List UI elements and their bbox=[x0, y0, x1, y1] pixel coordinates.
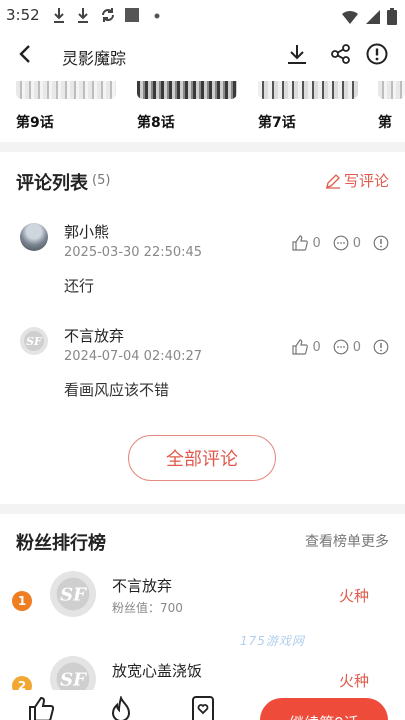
reply-count: 0 bbox=[352, 339, 361, 355]
sync-icon bbox=[102, 8, 114, 22]
chapter-label: 第8话 bbox=[137, 115, 175, 131]
chapter-thumbnail bbox=[16, 81, 116, 99]
fans-title: 粉丝排行榜 bbox=[16, 533, 106, 554]
chapter-strip: 第9话 第8话 第7话 第 bbox=[0, 78, 405, 142]
comment-actions: 0 0 bbox=[280, 235, 389, 251]
svg-text:SF: SF bbox=[60, 670, 87, 691]
chapter-thumbnail bbox=[137, 81, 237, 99]
chapter-thumbnail bbox=[258, 81, 358, 99]
report-icon bbox=[373, 339, 389, 355]
comment-text: 还行 bbox=[64, 277, 95, 295]
status-bar: 3:52 bbox=[0, 0, 405, 32]
like-button[interactable]: 0 bbox=[292, 235, 321, 251]
report-icon[interactable] bbox=[365, 42, 389, 66]
flame-icon[interactable] bbox=[108, 696, 134, 720]
comment-time: 2024-07-04 02:40:27 bbox=[64, 349, 203, 364]
fan-name: 放宽心盖浇饭 bbox=[112, 662, 203, 680]
page-title: 灵影魔踪 bbox=[62, 49, 127, 68]
write-comment-button[interactable]: 写评论 bbox=[325, 170, 389, 191]
avatar[interactable] bbox=[20, 223, 48, 251]
comment-item: 郭小熊 2025-03-30 22:50:45 还行 0 0 bbox=[0, 223, 405, 323]
square-icon bbox=[125, 8, 139, 22]
svg-text:SF: SF bbox=[26, 335, 43, 348]
svg-text:SF: SF bbox=[60, 585, 87, 606]
thumbs-up-icon[interactable] bbox=[28, 696, 54, 720]
pencil-icon bbox=[325, 173, 340, 189]
download-icon[interactable] bbox=[285, 42, 309, 66]
chat-bubble-icon bbox=[333, 339, 349, 355]
avatar[interactable]: SF bbox=[50, 571, 96, 617]
thumbs-up-icon bbox=[292, 235, 309, 251]
fan-name: 不言放弃 bbox=[112, 577, 173, 595]
fan-value: 粉丝值：700 bbox=[112, 601, 183, 615]
status-time: 3:52 bbox=[6, 6, 40, 24]
comment-author: 郭小熊 bbox=[64, 223, 110, 241]
chapter-label: 第 bbox=[378, 115, 392, 131]
report-icon bbox=[373, 235, 389, 251]
write-comment-label: 写评论 bbox=[343, 172, 389, 190]
comments-section: 评论列表 (5) 写评论 郭小熊 2025-03-30 22:50:45 还行 … bbox=[0, 152, 405, 504]
comments-count: (5) bbox=[92, 173, 111, 188]
view-more-link[interactable]: 查看榜单更多 bbox=[305, 531, 389, 551]
fan-level-badge: 火种 bbox=[338, 587, 369, 605]
section-divider bbox=[0, 142, 405, 152]
section-divider bbox=[0, 504, 405, 514]
fan-level-badge: 火种 bbox=[338, 672, 369, 690]
comment-author: 不言放弃 bbox=[64, 327, 125, 345]
watermark: 175游戏网 bbox=[240, 634, 305, 648]
comment-text: 看画风应该不错 bbox=[64, 381, 170, 399]
share-icon[interactable] bbox=[329, 42, 353, 66]
back-arrow-icon[interactable] bbox=[14, 42, 38, 66]
bottom-action-bar: 继续第9话 bbox=[0, 690, 405, 720]
all-comments-button[interactable]: 全部评论 bbox=[128, 435, 276, 481]
chapter-label: 第9话 bbox=[16, 115, 54, 131]
app-header: 灵影魔踪 bbox=[0, 32, 405, 78]
reply-count: 0 bbox=[352, 235, 361, 251]
avatar[interactable]: SF bbox=[20, 327, 48, 355]
comments-title: 评论列表 bbox=[16, 173, 88, 194]
comment-item: SF 不言放弃 2024-07-04 02:40:27 看画风应该不错 0 0 bbox=[0, 327, 405, 427]
sf-logo-icon: SF bbox=[24, 331, 44, 351]
card-heart-icon[interactable] bbox=[190, 696, 216, 720]
chat-bubble-icon bbox=[333, 235, 349, 251]
reply-button[interactable]: 0 bbox=[333, 235, 361, 251]
thumbs-up-icon bbox=[292, 339, 309, 355]
download-icon bbox=[54, 8, 64, 23]
report-comment-button[interactable] bbox=[373, 339, 389, 355]
reply-button[interactable]: 0 bbox=[333, 339, 361, 355]
comment-actions: 0 0 bbox=[280, 339, 389, 355]
report-comment-button[interactable] bbox=[373, 235, 389, 251]
like-count: 0 bbox=[312, 235, 321, 251]
fan-row[interactable]: 1 SF 不言放弃 粉丝值：700 火种 bbox=[0, 571, 405, 651]
wifi-icon bbox=[342, 10, 358, 24]
chapter-thumbnail bbox=[378, 81, 405, 99]
like-button[interactable]: 0 bbox=[292, 339, 321, 355]
signal-icon bbox=[366, 9, 380, 24]
download-icon bbox=[78, 8, 88, 23]
rank-badge: 1 bbox=[12, 591, 32, 611]
chapter-label: 第7话 bbox=[258, 115, 296, 131]
battery-icon bbox=[387, 8, 397, 25]
comment-time: 2025-03-30 22:50:45 bbox=[64, 245, 203, 260]
dot-icon bbox=[154, 13, 160, 19]
like-count: 0 bbox=[312, 339, 321, 355]
sf-logo-icon: SF bbox=[56, 577, 90, 611]
continue-reading-button[interactable]: 继续第9话 bbox=[260, 698, 388, 720]
